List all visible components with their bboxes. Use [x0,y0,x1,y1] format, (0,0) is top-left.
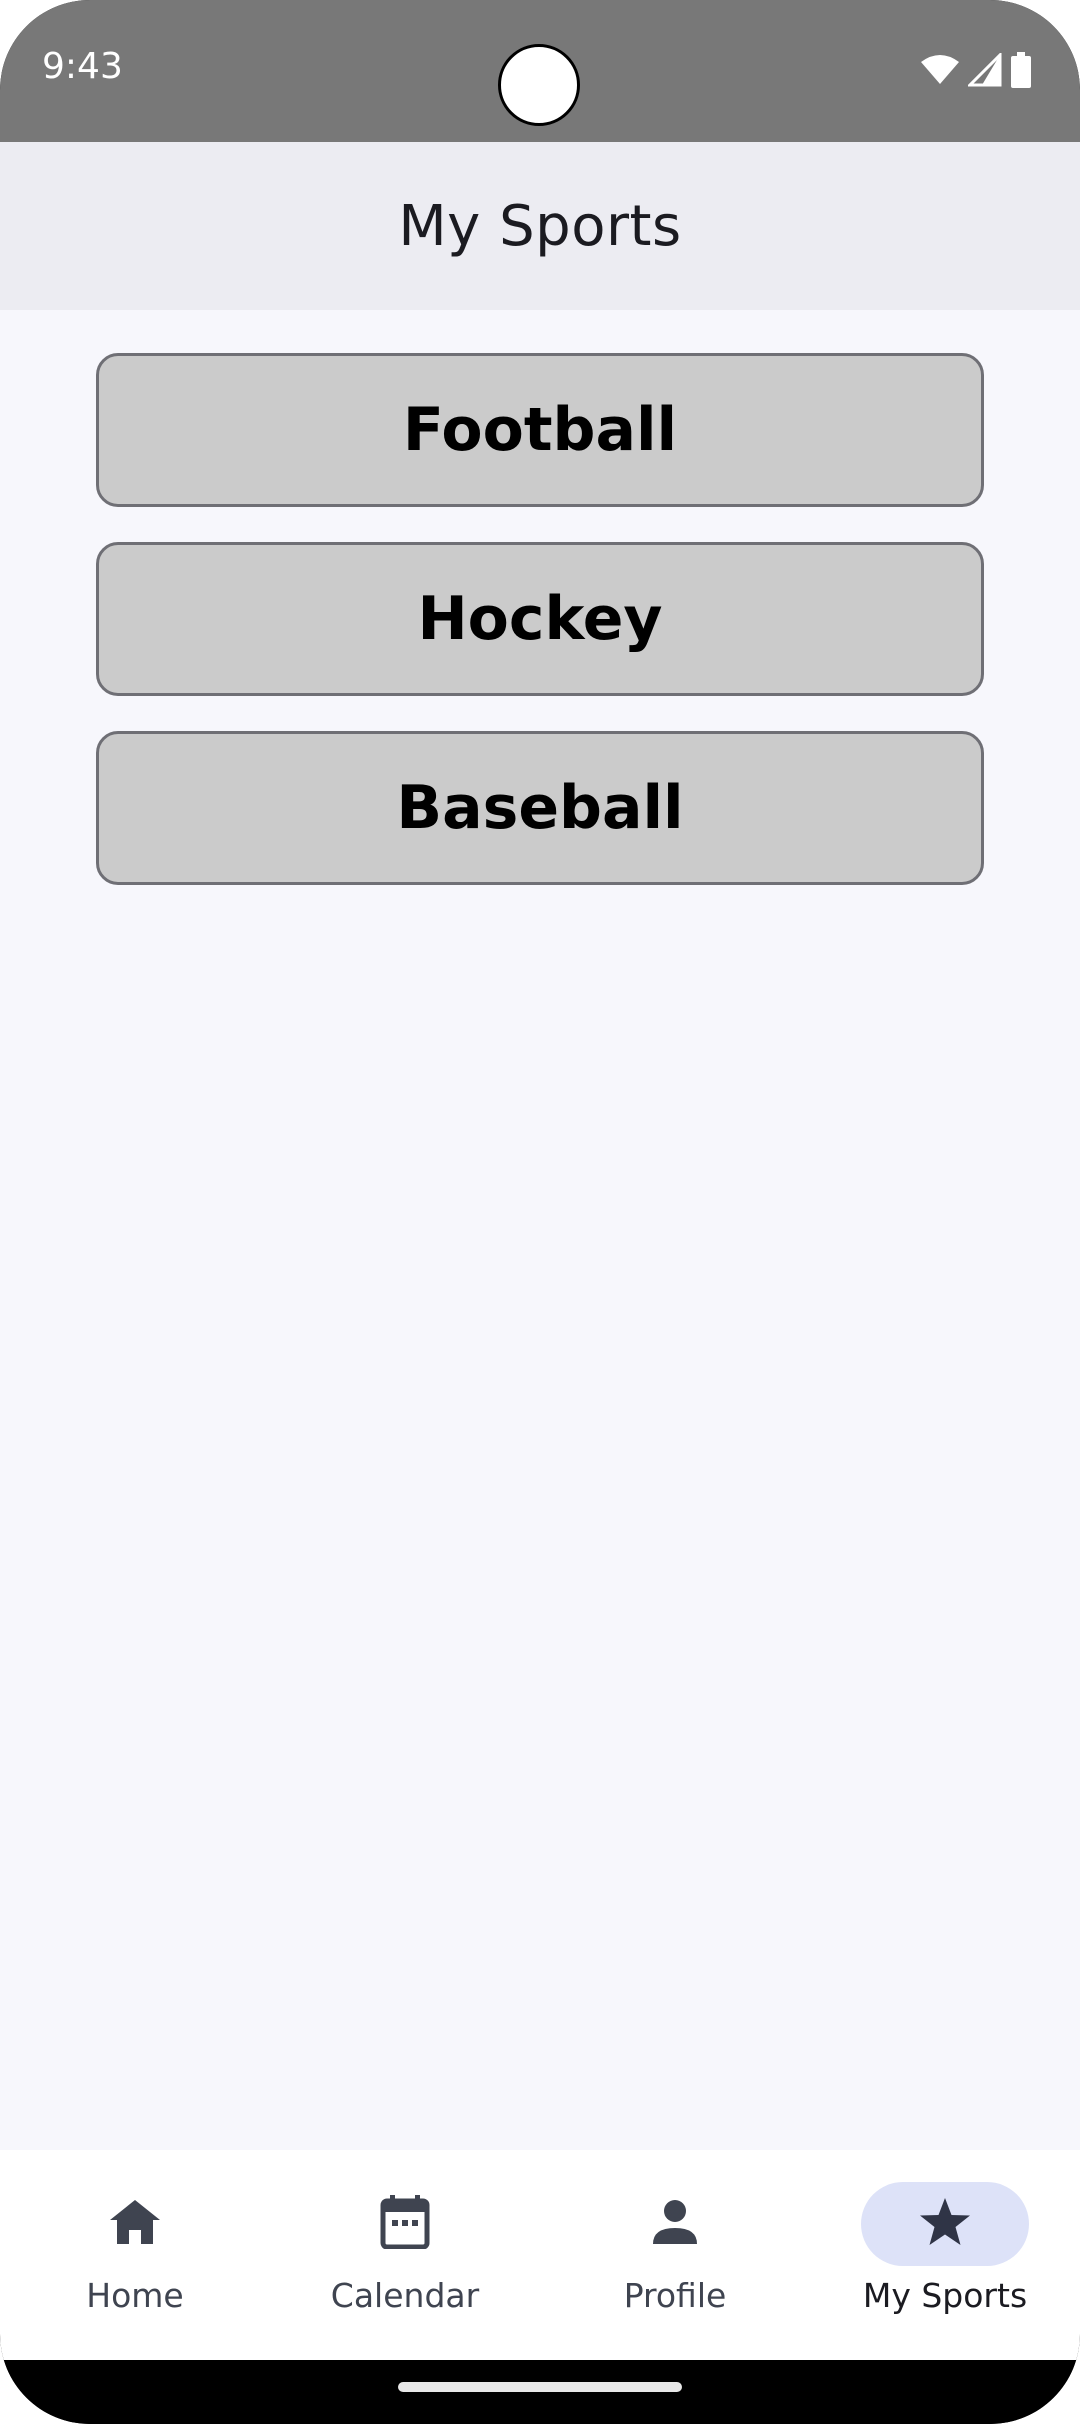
star-icon [918,2196,972,2253]
home-gesture-handle[interactable] [398,2382,682,2392]
nav-item-home[interactable]: Home [0,2150,270,2360]
nav-label-home: Home [86,2276,184,2315]
status-time: 9:43 [42,46,123,87]
bottom-navigation: Home Calendar Profile My Sports [0,2150,1080,2360]
sport-button-hockey[interactable]: Hockey [96,542,984,696]
wifi-icon [920,54,960,86]
battery-icon [1010,52,1032,88]
person-icon [651,2198,699,2251]
nav-active-indicator [861,2182,1029,2266]
sport-button-baseball[interactable]: Baseball [96,731,984,885]
nav-label-calendar: Calendar [330,2276,480,2315]
nav-label-profile: Profile [623,2276,727,2315]
gesture-navigation-area [0,2360,1080,2424]
calendar-icon [380,2194,430,2254]
camera-cutout [498,44,580,126]
nav-label-my-sports: My Sports [862,2276,1028,2315]
nav-item-profile[interactable]: Profile [540,2150,810,2360]
top-app-bar: My Sports [0,142,1080,310]
sports-list: Football Hockey Baseball [0,310,1080,2150]
sport-button-football[interactable]: Football [96,353,984,507]
status-bar: 9:43 [0,0,1080,142]
page-title: My Sports [398,193,682,259]
nav-item-my-sports[interactable]: My Sports [810,2150,1080,2360]
status-icons [920,50,1032,90]
nav-icon-container [321,2182,489,2266]
signal-icon [968,53,1002,87]
nav-icon-container [591,2182,759,2266]
nav-item-calendar[interactable]: Calendar [270,2150,540,2360]
nav-icon-container [51,2182,219,2266]
home-icon [108,2198,162,2251]
phone-screen: 9:43 My Sports Football Hockey Baseball … [0,0,1080,2424]
